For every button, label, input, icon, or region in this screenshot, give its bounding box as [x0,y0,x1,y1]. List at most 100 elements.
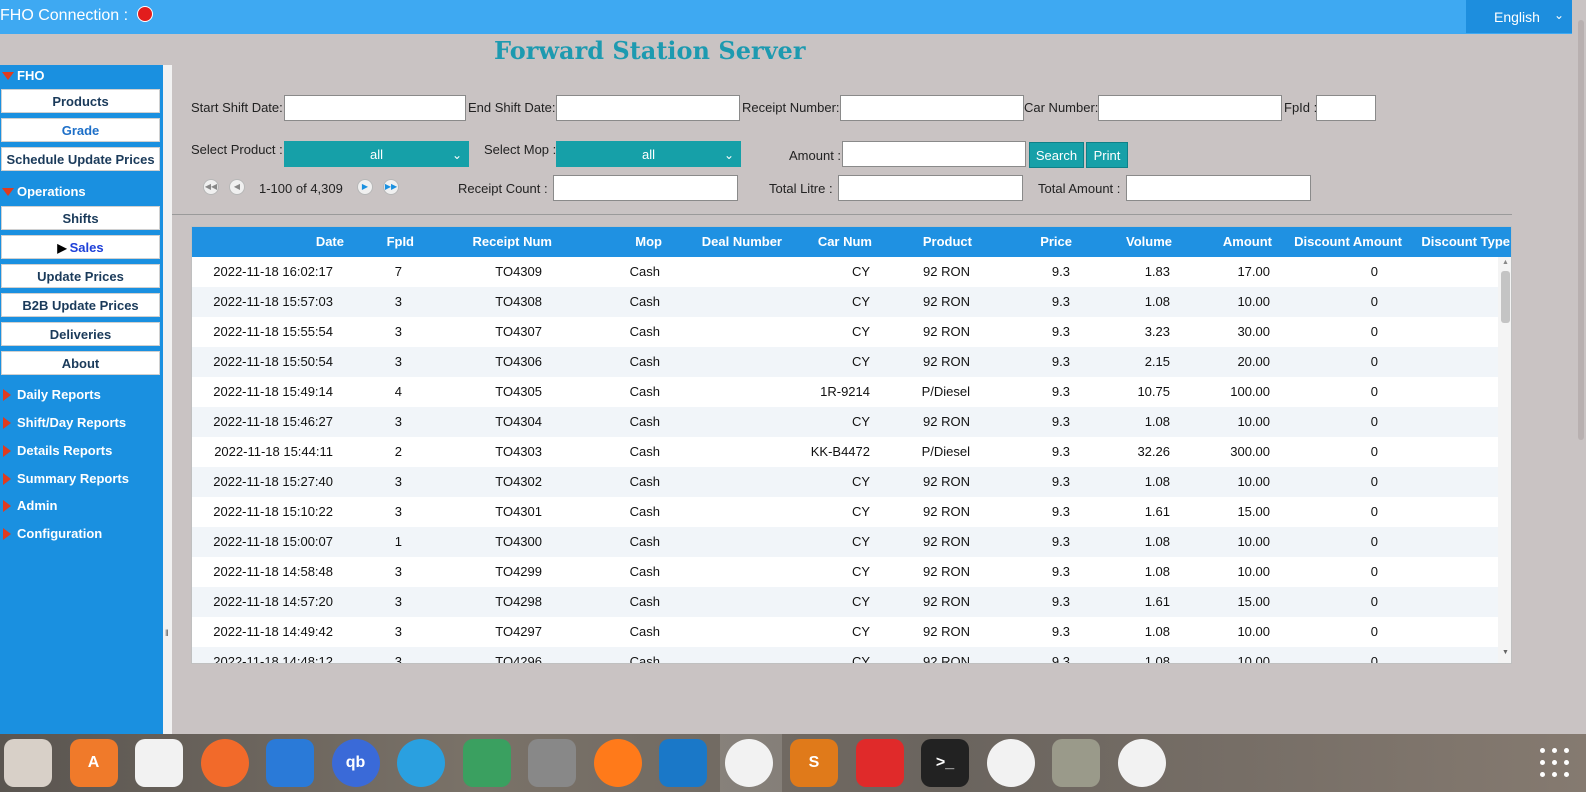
cell-mop: Cash [629,594,660,609]
column-header-discount-type[interactable]: Discount Type [1404,227,1510,257]
cell-car-num: CY [851,534,870,549]
column-header-mop[interactable]: Mop [592,227,662,257]
fpid-input[interactable] [1316,95,1376,121]
column-header-receipt-num[interactable]: Receipt Num [442,227,552,257]
table-row[interactable]: 2022-11-18 15:49:14 4 TO4305 Cash 1R-9214 P/D… [192,377,1498,407]
table-scrollbar[interactable]: ▲ ▼ [1498,257,1511,663]
table-row[interactable]: 2022-11-18 14:49:42 3 TO4297 Cash CY 92 RON 9.… [192,617,1498,647]
column-header-product[interactable]: Product [892,227,972,257]
column-header-fpid[interactable]: FpId [362,227,414,257]
cell-car-num: CY [851,504,870,519]
sidebar-item-grade[interactable]: Grade [1,118,160,142]
cell-volume: 1.08 [1144,564,1170,579]
cell-discount-type [1404,557,1504,587]
table-row[interactable]: 2022-11-18 15:44:11 2 TO4303 Cash KK-B4472 P/… [192,437,1498,467]
select-product-dropdown[interactable]: all ⌄ [284,141,469,167]
car-number-input[interactable] [1098,95,1282,121]
app-grid-icon[interactable] [1540,748,1572,780]
sidebar-section-summary-reports[interactable]: Summary Reports [0,468,129,490]
column-header-deal-number[interactable]: Deal Number [672,227,782,257]
total-amount-label: Total Amount : [1038,181,1121,196]
table-row[interactable]: 2022-11-18 14:58:48 3 TO4299 Cash CY 92 RON 9.… [192,557,1498,587]
table-scrollbar-thumb[interactable] [1501,271,1510,323]
amount-input[interactable] [842,141,1026,167]
android-studio-icon[interactable] [462,739,511,787]
column-header-price[interactable]: Price [1002,227,1072,257]
cell-volume: 1.08 [1144,414,1170,429]
sidebar-item-schedule-update-prices[interactable]: Schedule Update Prices [1,147,160,171]
previous-page-icon[interactable]: ◀ [229,179,245,195]
sidebar-item-sales[interactable]: ▶ Sales [1,235,160,259]
sidebar-item-deliveries[interactable]: Deliveries [1,322,160,346]
last-page-icon[interactable]: ▶▶ [383,179,399,195]
end-shift-date-input[interactable] [556,95,740,121]
firefox-icon[interactable] [593,739,642,787]
column-header-car-num[interactable]: Car Num [792,227,872,257]
telegram-icon[interactable] [397,739,445,787]
vscode-icon[interactable] [659,739,707,787]
sidebar-item-b2b-update-prices[interactable]: B2B Update Prices [1,293,160,317]
table-row[interactable]: 2022-11-18 15:57:03 3 TO4308 Cash CY 92 RON 9.… [192,287,1498,317]
cell-mop: Cash [629,264,660,279]
qbittorrent-icon[interactable]: qb [331,739,380,787]
sidebar-section-details-reports[interactable]: Details Reports [0,440,112,462]
camera-icon[interactable] [528,739,576,787]
column-header-discount-amount[interactable]: Discount Amount [1282,227,1402,257]
cell-date: 2022-11-18 15:00:07 [213,534,333,549]
table-row[interactable]: 2022-11-18 15:00:07 1 TO4300 Cash CY 92 RON 9.… [192,527,1498,557]
app-store-icon[interactable]: A [69,739,118,787]
downloader-icon[interactable] [266,739,314,787]
table-header: Date FpId Receipt Num Mop Deal Number Ca… [192,227,1511,257]
pager-range: 1-100 of 4,309 [259,181,343,196]
table-row[interactable]: 2022-11-18 14:48:12 3 TO4296 Cash CY 92 RON 9.… [192,647,1498,663]
sidebar-section-admin[interactable]: Admin [0,495,57,517]
page-scrollbar-thumb[interactable] [1578,20,1584,440]
sidebar-section-configuration[interactable]: Configuration [0,523,102,545]
text-editor-icon[interactable] [135,739,183,787]
column-header-volume[interactable]: Volume [1092,227,1172,257]
receipt-number-input[interactable] [840,95,1024,121]
table-row[interactable]: 2022-11-18 15:46:27 3 TO4304 Cash CY 92 RON 9.… [192,407,1498,437]
column-header-amount[interactable]: Amount [1192,227,1272,257]
anydesk-icon[interactable] [855,739,904,787]
sidebar-section-daily-reports[interactable]: Daily Reports [0,384,101,406]
yin-yang-icon[interactable] [1117,739,1166,787]
column-header-date[interactable]: Date [272,227,344,257]
files-icon[interactable] [4,739,52,787]
next-page-icon[interactable]: ▶ [357,179,373,195]
sidebar-section-operations[interactable]: Operations [0,181,86,203]
cell-receipt-num: TO4297 [495,624,542,639]
cell-amount: 10.00 [1237,294,1270,309]
postman-icon[interactable] [200,739,249,787]
start-shift-date-input[interactable] [284,95,466,121]
table-row[interactable]: 2022-11-18 16:02:17 7 TO4309 Cash CY 92 RON 9.… [192,257,1498,287]
scroll-up-arrow-icon[interactable]: ▲ [1502,259,1509,266]
table-row[interactable]: 2022-11-18 14:57:20 3 TO4298 Cash CY 92 RON 9.… [192,587,1498,617]
sidebar-item-update-prices[interactable]: Update Prices [1,264,160,288]
print-button[interactable]: Print [1086,142,1128,168]
cell-receipt-num: TO4299 [495,564,542,579]
calculator-icon[interactable] [1052,739,1100,787]
chrome-icon[interactable] [724,739,773,787]
table-row[interactable]: 2022-11-18 15:27:40 3 TO4302 Cash CY 92 RON 9.… [192,467,1498,497]
sidebar-item-products[interactable]: Products [1,89,160,113]
cell-fpid: 1 [394,534,402,549]
sidebar-section-fho[interactable]: FHO [0,65,44,87]
sidebar-section-shift-day-reports[interactable]: Shift/Day Reports [0,412,126,434]
scroll-down-arrow-icon[interactable]: ▼ [1502,649,1509,656]
terminal-icon[interactable]: >_ [921,739,969,787]
search-button[interactable]: Search [1029,142,1084,168]
table-row[interactable]: 2022-11-18 15:10:22 3 TO4301 Cash CY 92 RON 9.… [192,497,1498,527]
table-row[interactable]: 2022-11-18 15:55:54 3 TO4307 Cash CY 92 RON 9.… [192,317,1498,347]
sidebar-item-about[interactable]: About [1,351,160,375]
select-mop-dropdown[interactable]: all ⌄ [556,141,741,167]
android-tool-icon[interactable] [986,739,1035,787]
language-select[interactable]: English ⌄ [1466,0,1572,33]
splitter-handle-icon[interactable]: ‖ [165,628,169,638]
cell-amount: 10.00 [1237,474,1270,489]
select-product-label: Select Product : [191,142,283,157]
table-row[interactable]: 2022-11-18 15:50:54 3 TO4306 Cash CY 92 RON 9.… [192,347,1498,377]
sublime-text-icon[interactable]: S [790,739,838,787]
first-page-icon[interactable]: ◀◀ [203,179,219,195]
sidebar-item-shifts[interactable]: Shifts [1,206,160,230]
